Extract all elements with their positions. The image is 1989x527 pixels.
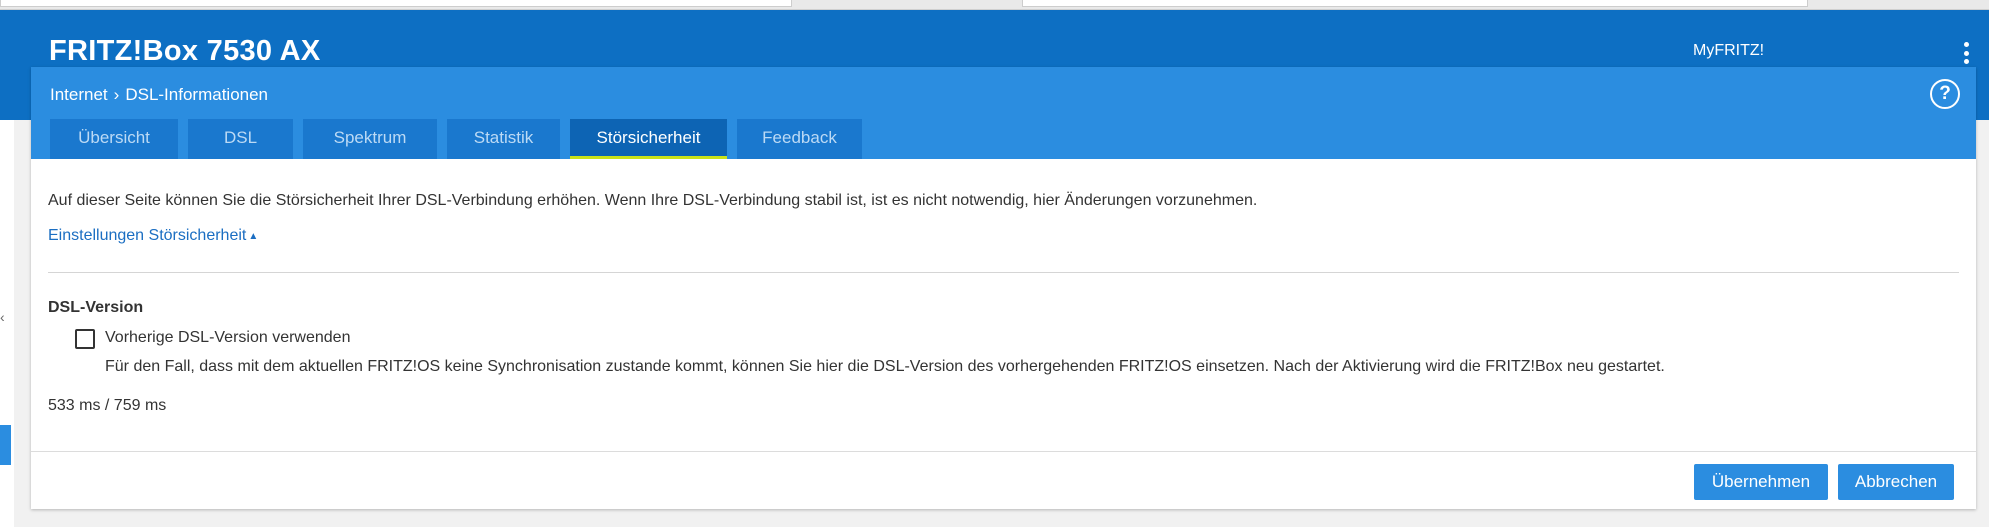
tab-spektrum[interactable]: Spektrum bbox=[303, 119, 437, 159]
cancel-button[interactable]: Abbrechen bbox=[1838, 464, 1954, 500]
apply-button[interactable]: Übernehmen bbox=[1694, 464, 1828, 500]
main-panel: Internet › DSL-Informationen ? Übersicht… bbox=[31, 67, 1976, 509]
tab-statistik[interactable]: Statistik bbox=[447, 119, 560, 159]
breadcrumb: Internet › DSL-Informationen bbox=[50, 85, 268, 105]
page-timing: 533 ms / 759 ms bbox=[48, 397, 167, 414]
browser-address-field[interactable] bbox=[0, 0, 792, 7]
tab-stoersicherheit[interactable]: Störsicherheit bbox=[570, 119, 727, 159]
section-title: DSL-Version bbox=[48, 299, 144, 316]
settings-toggle-link[interactable]: Einstellungen Störsicherheit ▲ bbox=[48, 227, 258, 245]
checkbox-description: Für den Fall, dass mit dem aktuellen FRI… bbox=[105, 358, 1665, 375]
checkbox-label[interactable]: Vorherige DSL-Version verwenden bbox=[105, 329, 350, 347]
browser-chrome-strip bbox=[0, 0, 1989, 10]
left-nav-panel: ‹ bbox=[0, 120, 14, 527]
breadcrumb-current: DSL-Informationen bbox=[125, 85, 269, 104]
caret-up-icon[interactable]: ▲ bbox=[248, 231, 258, 242]
collapse-chevron-icon[interactable]: ‹ bbox=[0, 310, 5, 324]
product-title: FRITZ!Box 7530 AX bbox=[49, 35, 321, 67]
left-nav-active-indicator[interactable] bbox=[0, 425, 11, 465]
tab-uebersicht[interactable]: Übersicht bbox=[50, 119, 178, 159]
settings-toggle-label[interactable]: Einstellungen Störsicherheit bbox=[48, 227, 246, 244]
tab-dsl[interactable]: DSL bbox=[188, 119, 293, 159]
breadcrumb-parent[interactable]: Internet bbox=[50, 85, 108, 105]
browser-search-field[interactable] bbox=[1022, 0, 1808, 7]
previous-dsl-version-checkbox[interactable] bbox=[75, 329, 95, 349]
tab-feedback[interactable]: Feedback bbox=[737, 119, 862, 159]
panel-header: Internet › DSL-Informationen ? Übersicht… bbox=[31, 67, 1976, 159]
tab-bar: Übersicht DSL Spektrum Statistik Störsic… bbox=[50, 119, 862, 159]
section-divider bbox=[48, 272, 1959, 273]
intro-text: Auf dieser Seite können Sie die Störsich… bbox=[48, 192, 1258, 209]
footer-divider bbox=[31, 451, 1976, 452]
kebab-menu-icon[interactable] bbox=[1963, 42, 1969, 64]
chevron-right-icon: › bbox=[113, 85, 120, 104]
myfritz-link[interactable]: MyFRITZ! bbox=[1693, 42, 1764, 60]
help-icon[interactable]: ? bbox=[1930, 79, 1960, 109]
